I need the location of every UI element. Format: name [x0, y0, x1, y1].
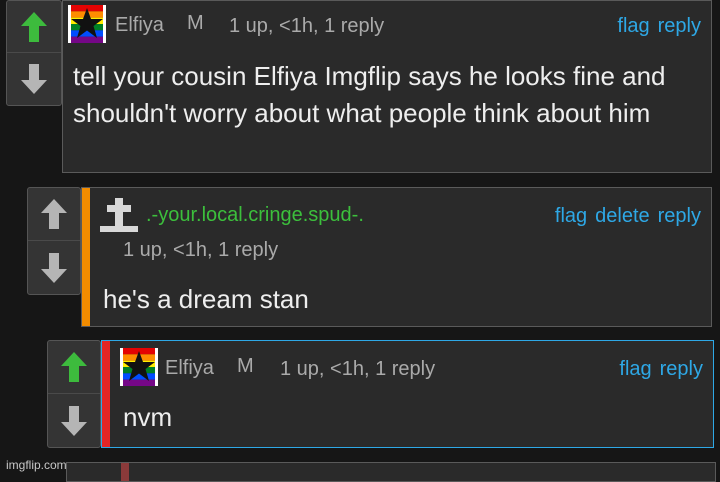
arrow-up-icon	[21, 11, 47, 42]
comment: .-your.local.cringe.spud-. 1 up, <1h, 1 …	[81, 187, 712, 327]
flag-link[interactable]: flag	[619, 358, 651, 381]
pride-flag-star-icon[interactable]	[68, 5, 106, 43]
flag-link[interactable]: flag	[555, 205, 587, 228]
downvote-button[interactable]	[7, 53, 61, 105]
reply-link[interactable]: reply	[658, 15, 701, 38]
pride-flag-star-icon[interactable]	[120, 348, 158, 386]
vote-box	[6, 0, 62, 106]
arrow-down-icon	[41, 252, 67, 283]
comment-body: he's a dream stan	[103, 284, 309, 314]
username[interactable]: Elfiya	[165, 357, 214, 380]
delete-link[interactable]: delete	[595, 205, 650, 228]
reply-link[interactable]: reply	[658, 205, 701, 228]
downvote-button[interactable]	[48, 394, 100, 447]
comment-body: nvm	[123, 402, 173, 432]
arrow-down-icon	[61, 405, 87, 436]
watermark: imgflip.com	[6, 458, 67, 472]
comment-meta: 1 up, <1h, 1 reply	[123, 239, 279, 261]
upvote-button[interactable]	[48, 341, 100, 394]
upvote-button[interactable]	[7, 1, 61, 53]
comment: Elfiya M 1 up, <1h, 1 reply flag reply t…	[62, 0, 712, 173]
reply-thread-bar	[82, 188, 90, 326]
arrow-down-icon	[21, 64, 47, 94]
reply-thread-bar	[102, 341, 110, 447]
vote-box	[47, 340, 101, 448]
flag-link[interactable]: flag	[617, 15, 649, 38]
upvote-button[interactable]	[28, 188, 80, 241]
mod-badge: M	[237, 355, 254, 377]
comment-meta: 1 up, <1h, 1 reply	[280, 358, 436, 380]
mod-badge: M	[187, 12, 204, 34]
comment-actions: flag delete reply	[555, 205, 701, 228]
comment-meta: 1 up, <1h, 1 reply	[229, 15, 385, 37]
comment-actions: flag reply	[617, 15, 701, 38]
downvote-button[interactable]	[28, 241, 80, 294]
reply-thread-bar	[121, 463, 129, 481]
next-comment-partial	[66, 462, 716, 482]
arrow-up-icon	[41, 199, 67, 229]
comment-highlighted: Elfiya M 1 up, <1h, 1 reply flag reply n…	[101, 340, 714, 448]
username[interactable]: Elfiya	[115, 14, 164, 37]
comment-actions: flag reply	[619, 358, 703, 381]
username[interactable]: .-your.local.cringe.spud-.	[146, 204, 364, 227]
reply-link[interactable]: reply	[660, 358, 703, 381]
vote-box	[27, 187, 81, 295]
arrow-up-icon	[61, 352, 87, 382]
comment-body: tell your cousin Elfiya Imgflip says he …	[73, 61, 666, 128]
gravestone-cross-icon[interactable]	[98, 196, 140, 234]
